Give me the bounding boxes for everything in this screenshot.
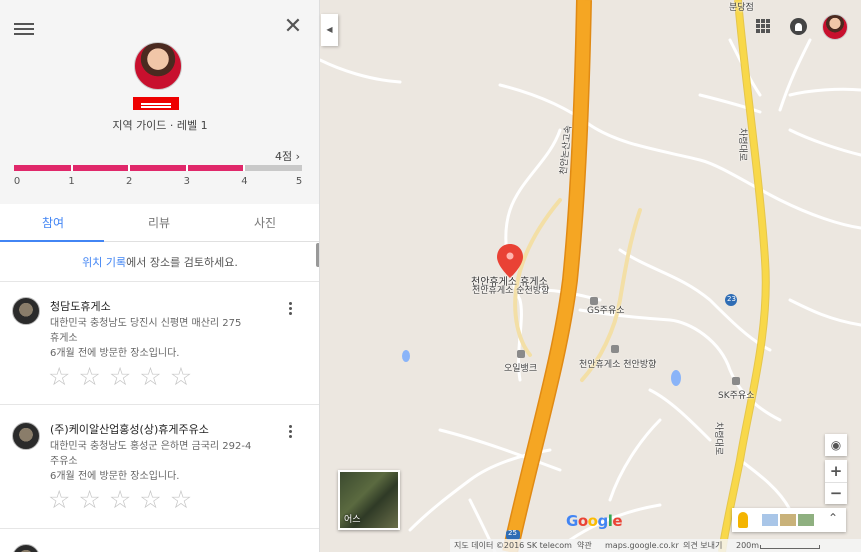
close-icon[interactable]: ✕ <box>282 16 304 38</box>
star-5-icon[interactable]: ☆ <box>170 364 192 389</box>
progress-tick-label: 3 <box>183 176 190 187</box>
place-photo <box>12 297 40 325</box>
progress-tick-label: 0 <box>13 176 21 187</box>
place-visited: 6개월 전에 방문한 장소입니다. <box>50 471 180 482</box>
progress-segment-divider <box>128 165 131 171</box>
apps-grid-icon[interactable] <box>756 19 770 33</box>
place-item: (주)케이알산업홍성(상)휴게주유소 대한민국 충청남도 홍성군 은하면 금국리… <box>0 405 319 525</box>
location-history-hint: 위치 기록에서 장소를 검토하세요. <box>0 254 319 270</box>
star-3-icon[interactable]: ☆ <box>109 364 131 389</box>
map-road-shield-23: 23 <box>727 295 736 303</box>
star-3-icon[interactable]: ☆ <box>109 487 131 512</box>
star-rating: ☆ ☆ ☆ ☆ ☆ <box>48 364 192 389</box>
more-options-icon[interactable] <box>286 301 294 315</box>
map-label-top-right: 분당점 <box>729 3 754 13</box>
map-road-shield-25: 25 <box>508 529 517 537</box>
menu-icon[interactable] <box>14 20 34 38</box>
progress-tick-label: 5 <box>295 176 303 187</box>
progress-tick-label: 4 <box>241 176 248 187</box>
scale-label[interactable]: 200m <box>736 539 759 552</box>
place-item: 청담도휴게소 대한민국 충청남도 당진시 신평면 매산리 275 휴게소 6개월… <box>0 282 319 402</box>
imagery-bar: ⌃ <box>732 508 846 532</box>
progress-tick-label: 1 <box>68 176 75 187</box>
my-location-icon[interactable]: ◉ <box>825 434 847 456</box>
map-label-sk-station[interactable]: SK주유소 <box>718 388 754 401</box>
more-options-icon[interactable] <box>286 424 294 438</box>
map-label-gs-station[interactable]: GS주유소 <box>587 303 625 316</box>
imagery-thumb-1[interactable] <box>762 514 778 526</box>
google-logo-letter: g <box>597 512 608 530</box>
google-logo-letter: G <box>566 512 578 530</box>
contributions-panel: ✕ 지역 가이드 · 레벨 1 4점 › 0 1 2 3 4 5 참여 리뷰 사진 위치 … <box>0 0 320 552</box>
star-rating: ☆ ☆ ☆ ☆ ☆ <box>48 487 192 512</box>
map-label-bank[interactable]: 오일뱅크 <box>504 361 537 374</box>
zoom-out-button[interactable]: − <box>825 482 847 504</box>
place-category: 주유소 <box>50 456 78 467</box>
place-visited: 6개월 전에 방문한 장소입니다. <box>50 348 180 359</box>
google-logo-letter: e <box>612 512 623 530</box>
map-data-credit: 지도 데이터 ©2016 SK telecom <box>454 541 572 550</box>
place-name[interactable]: 청담도휴게소 <box>50 298 111 314</box>
zoom-controls: + − <box>825 460 847 504</box>
map-label-road-vertical-lower: 차령대로 <box>713 422 723 456</box>
star-4-icon[interactable]: ☆ <box>139 364 161 389</box>
place-address: 대한민국 충청남도 홍성군 은하면 금국리 292-4 <box>50 441 252 452</box>
progress-tick-label: 2 <box>126 176 133 187</box>
place-address: 대한민국 충청남도 당진시 신평면 매산리 275 <box>50 318 242 329</box>
imagery-thumb-3[interactable] <box>798 514 814 526</box>
collapse-panel-button[interactable]: ◀ <box>321 14 338 46</box>
expand-imagery-icon[interactable]: ⌃ <box>828 511 838 525</box>
place-photo <box>12 544 40 552</box>
map-canvas[interactable]: 천안휴게소 휴게소 천안휴게소 순천방향 천안논산고속 GS주유소 오일뱅크 천… <box>320 0 861 552</box>
pegman-icon[interactable] <box>738 512 748 528</box>
google-logo-letter: o <box>577 512 588 530</box>
star-4-icon[interactable]: ☆ <box>139 487 161 512</box>
map-label-rest-area[interactable]: 천안휴게소 천안방향 <box>579 357 656 370</box>
star-1-icon[interactable]: ☆ <box>48 487 70 512</box>
profile-name-redacted <box>133 97 179 110</box>
map-footer: 지도 데이터 ©2016 SK telecom 약관 maps.google.c… <box>450 539 861 552</box>
map-roads <box>320 0 861 552</box>
account-avatar[interactable] <box>822 14 848 40</box>
tab-reviews[interactable]: 리뷰 <box>106 204 212 242</box>
scale-bar <box>760 545 820 549</box>
star-2-icon[interactable]: ☆ <box>78 487 100 512</box>
star-5-icon[interactable]: ☆ <box>170 487 192 512</box>
notifications-icon[interactable] <box>790 18 807 35</box>
imagery-thumb-2[interactable] <box>780 514 796 526</box>
satellite-toggle[interactable]: 어스 <box>338 470 400 530</box>
map-label-selected-sub: 천안휴게소 순천방향 <box>472 286 550 296</box>
profile-header: ✕ 지역 가이드 · 레벨 1 4점 › 0 1 2 3 4 5 <box>0 0 319 204</box>
level-progress-bar <box>14 165 302 171</box>
satellite-toggle-label: 어스 <box>344 515 361 525</box>
site-link[interactable]: maps.google.co.kr <box>605 539 679 552</box>
google-logo-letter: o <box>587 512 598 530</box>
progress-segment-divider <box>70 165 73 171</box>
map-label-road-vertical: 차령대로 <box>737 128 747 162</box>
feedback-link[interactable]: 의견 보내기 <box>683 539 722 552</box>
star-1-icon[interactable]: ☆ <box>48 364 70 389</box>
tab-photos[interactable]: 사진 <box>212 204 318 242</box>
profile-avatar <box>134 42 182 90</box>
guide-level-text: 지역 가이드 · 레벨 1 <box>112 119 208 132</box>
google-logo: Google <box>566 512 623 530</box>
location-history-link[interactable]: 위치 기록 <box>82 256 126 269</box>
divider <box>0 528 319 529</box>
place-photo <box>12 422 40 450</box>
terms-link[interactable]: 약관 <box>577 539 592 552</box>
star-2-icon[interactable]: ☆ <box>78 364 100 389</box>
active-tab-indicator <box>0 240 104 242</box>
tab-contributions[interactable]: 참여 <box>0 204 106 242</box>
location-history-hint-text: 에서 장소를 검토하세요. <box>126 256 238 269</box>
points-link[interactable]: 4점 › <box>275 148 300 164</box>
place-category: 휴게소 <box>50 333 78 344</box>
progress-segment-divider <box>243 165 246 171</box>
zoom-in-button[interactable]: + <box>825 460 847 482</box>
tab-bar: 참여 리뷰 사진 <box>0 204 319 242</box>
place-name[interactable]: (주)케이알산업홍성(상)휴게주유소 <box>50 421 209 437</box>
progress-segment-divider <box>185 165 188 171</box>
